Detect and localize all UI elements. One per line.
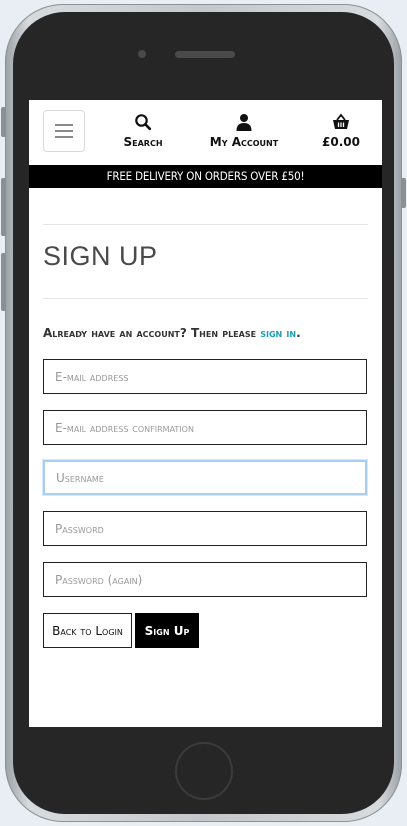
username-field[interactable] xyxy=(43,460,367,495)
power-button xyxy=(401,178,406,208)
front-camera xyxy=(138,50,146,58)
mute-switch xyxy=(1,107,6,137)
volume-up-button xyxy=(1,178,6,236)
sign-in-link[interactable]: sign in xyxy=(260,326,296,340)
back-to-login-button[interactable]: Back to Login xyxy=(43,613,132,648)
divider-top xyxy=(43,224,368,225)
page-title: SIGN UP xyxy=(43,241,158,271)
delivery-banner: FREE DELIVERY ON ORDERS OVER £50! xyxy=(29,165,382,188)
password-field[interactable] xyxy=(43,511,367,546)
basket-icon xyxy=(333,113,349,129)
search-icon xyxy=(135,114,152,131)
volume-down-button xyxy=(1,253,6,311)
home-button[interactable] xyxy=(175,742,233,800)
cart-link[interactable]: £0.00 xyxy=(321,113,361,149)
earpiece-speaker xyxy=(175,51,235,58)
hamburger-icon xyxy=(55,124,73,126)
site-header: Search My Account £0.00 xyxy=(29,100,382,164)
cart-total: £0.00 xyxy=(322,135,360,149)
search-link[interactable]: Search xyxy=(121,113,165,149)
email-field[interactable] xyxy=(43,359,367,394)
user-icon xyxy=(236,114,252,131)
divider-bottom xyxy=(43,298,368,299)
email-confirmation-field[interactable] xyxy=(43,410,367,445)
search-label: Search xyxy=(123,135,163,149)
password-confirm-field[interactable] xyxy=(43,562,367,597)
account-prompt: Already have an account? Then please sig… xyxy=(43,326,301,340)
my-account-link[interactable]: My Account xyxy=(209,113,279,149)
screen: Search My Account £0.00 FREE DELIVERY ON… xyxy=(29,100,382,727)
sign-up-button[interactable]: Sign Up xyxy=(135,613,199,648)
my-account-label: My Account xyxy=(209,135,279,149)
menu-toggle-button[interactable] xyxy=(43,110,85,152)
